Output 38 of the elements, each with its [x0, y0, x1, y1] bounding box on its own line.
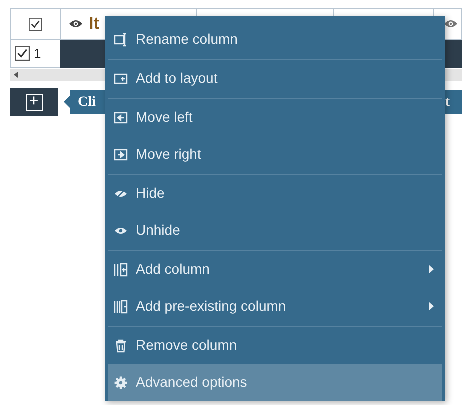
menu-item[interactable]: Add column	[108, 251, 442, 288]
menu-item[interactable]: Advanced options	[108, 364, 442, 401]
arrow-right-icon	[114, 148, 128, 162]
scroll-left-icon[interactable]	[14, 72, 18, 78]
menu-item[interactable]: Unhide	[108, 212, 442, 249]
menu-item-label: Remove column	[136, 336, 238, 355]
menu-item-label: Rename column	[136, 30, 238, 49]
menu-item[interactable]: Add pre-existing column	[108, 288, 442, 325]
menu-item-label: Move right	[136, 145, 202, 164]
arrow-left-icon	[114, 110, 128, 124]
add-column-icon	[114, 262, 128, 276]
menu-item[interactable]: Move right	[108, 136, 442, 173]
eye-icon	[69, 19, 83, 29]
column-title: It	[89, 13, 100, 36]
menu-item-label: Hide	[136, 184, 165, 203]
trash-icon	[114, 338, 128, 352]
menu-item[interactable]: Rename column	[108, 21, 442, 58]
menu-item[interactable]: Move left	[108, 99, 442, 136]
menu-item-label: Advanced options	[136, 373, 248, 392]
menu-item-label: Add column	[136, 260, 210, 279]
menu-item[interactable]: Add to layout	[108, 60, 442, 97]
tooltip-text: t	[445, 94, 450, 112]
column-insert-icon	[114, 300, 128, 314]
checkbox[interactable]	[15, 46, 30, 61]
row-number: 1	[34, 44, 42, 63]
menu-item-label: Unhide	[136, 221, 180, 240]
gear-icon	[114, 376, 128, 390]
menu-item-label: Move left	[136, 108, 193, 127]
rename-icon	[114, 32, 128, 46]
checkbox[interactable]	[29, 18, 42, 30]
menu-item-label: Add pre-existing column	[136, 297, 286, 316]
menu-item-label: Add to layout	[136, 69, 218, 88]
menu-item[interactable]: Remove column	[108, 327, 442, 364]
add-button[interactable]: +	[10, 88, 58, 116]
eye-icon	[444, 19, 458, 29]
add-layout-icon	[114, 72, 128, 86]
tooltip-text: Cli	[78, 94, 96, 112]
menu-item[interactable]: Hide	[108, 175, 442, 212]
